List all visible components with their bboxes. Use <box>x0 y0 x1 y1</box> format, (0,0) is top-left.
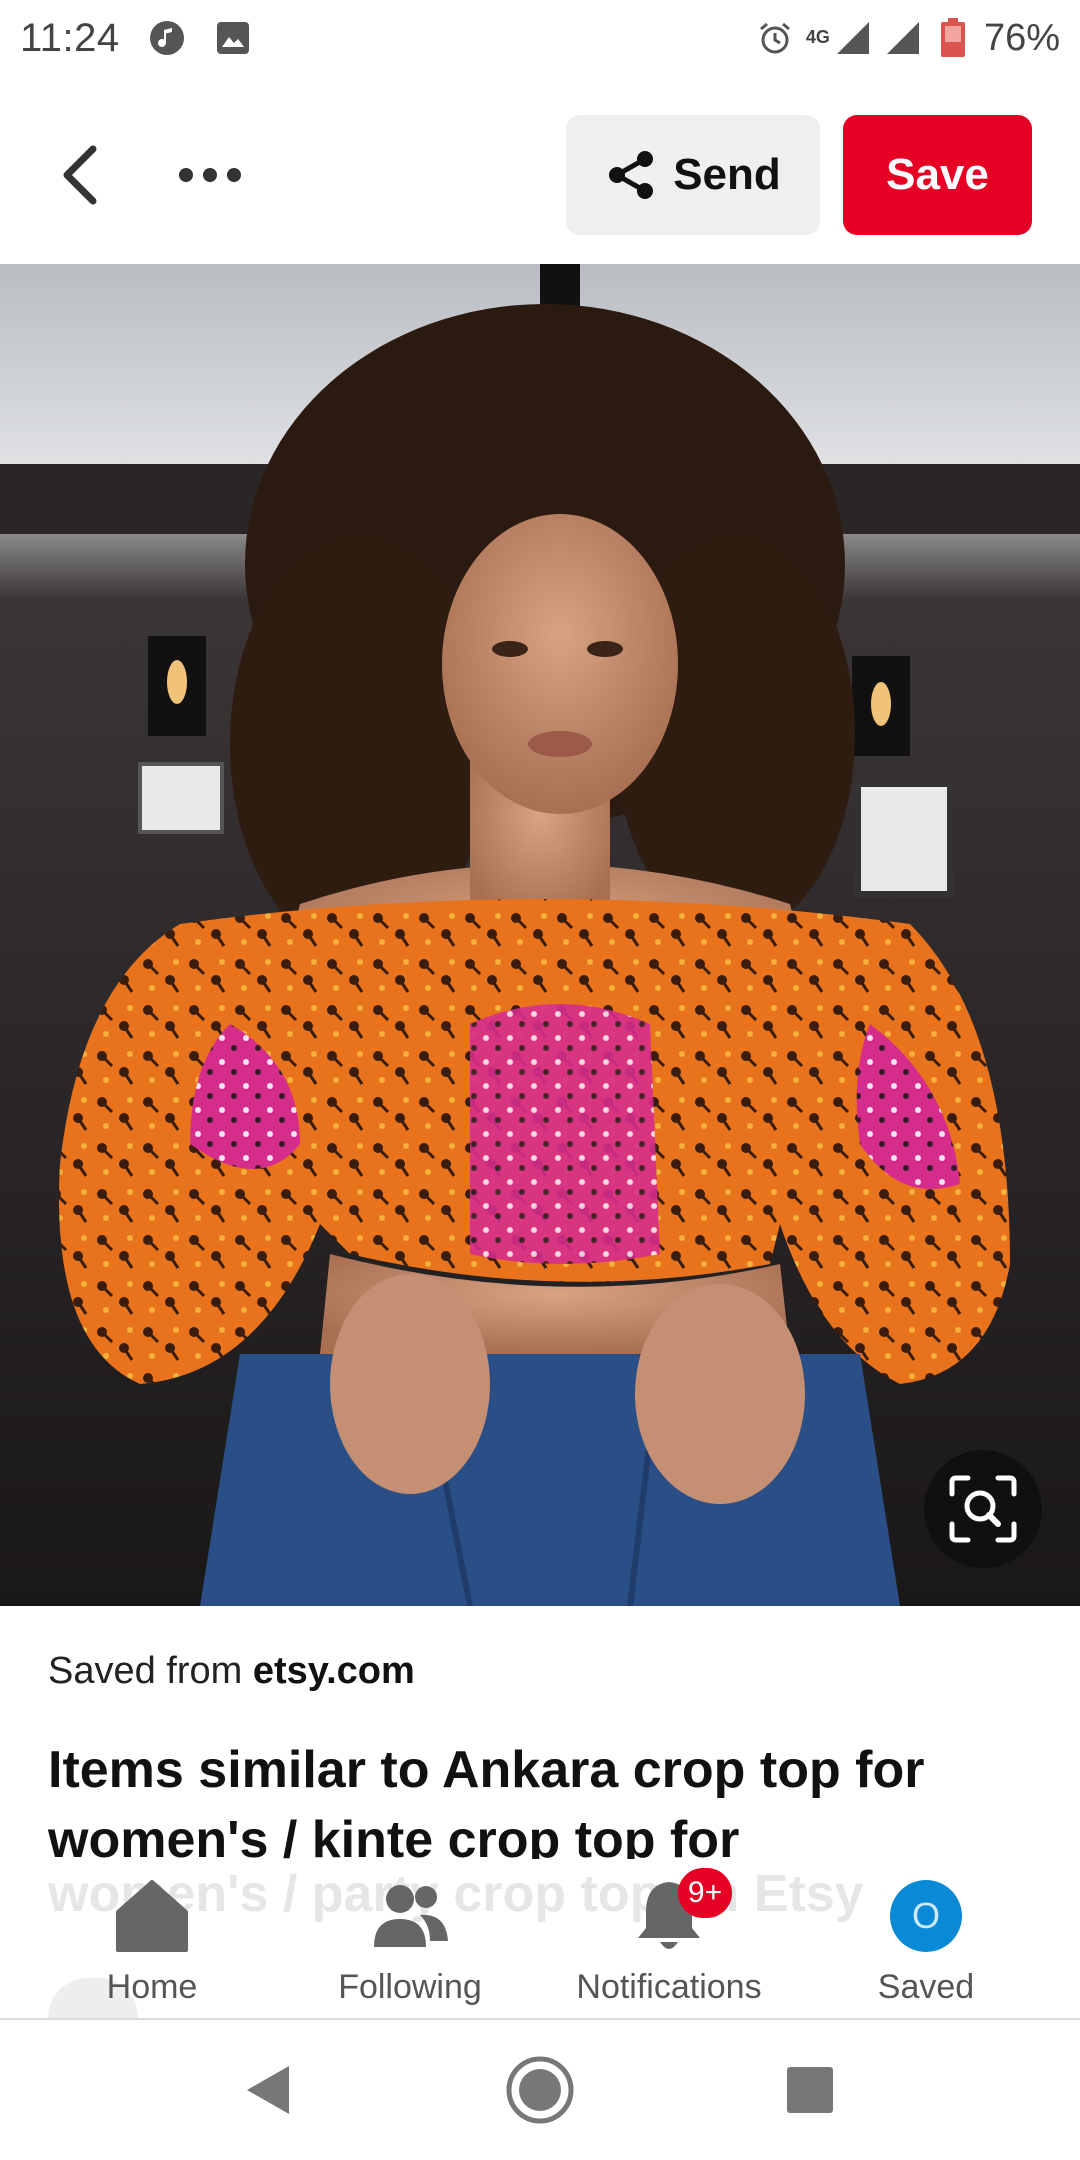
network-type: 4G <box>805 26 830 47</box>
signal-icon <box>834 19 872 57</box>
visual-search-button[interactable] <box>924 1450 1042 1568</box>
image-icon <box>214 19 252 57</box>
tab-notifications-label: Notifications <box>576 1968 762 2006</box>
pin-title: Items similar to Ankara crop top for wom… <box>48 1741 925 1859</box>
tab-saved[interactable]: O Saved <box>816 1870 1036 2020</box>
pin-title-container: Items similar to Ankara crop top for wom… <box>48 1735 1038 1859</box>
home-circle-icon <box>506 2056 574 2124</box>
status-bar: 11:24 4G 76% <box>0 0 1080 76</box>
saved-from: Saved from etsy.com <box>48 1650 415 1693</box>
status-right: 4G 76% <box>756 17 1060 60</box>
system-nav-bar <box>0 2020 1080 2160</box>
saved-avatar-wrap: O <box>881 1870 971 1962</box>
more-icon <box>179 168 241 182</box>
home-icon <box>107 1870 197 1962</box>
visual-search-icon <box>949 1475 1017 1543</box>
nav-back-button[interactable] <box>228 2050 308 2130</box>
following-icon <box>365 1870 455 1962</box>
recents-square-icon <box>787 2067 833 2113</box>
battery-percentage: 76% <box>983 16 1060 59</box>
tab-home-label: Home <box>106 1968 198 2006</box>
back-triangle-icon <box>247 2066 289 2114</box>
bell-icon: 9+ <box>624 1868 732 1962</box>
battery-icon <box>934 18 972 57</box>
alarm-icon <box>756 19 794 57</box>
tab-saved-label: Saved <box>877 1968 975 2006</box>
back-button[interactable] <box>44 140 114 210</box>
send-button[interactable]: Send <box>566 115 820 235</box>
status-time: 11:24 <box>20 15 120 60</box>
save-button[interactable]: Save <box>843 115 1032 235</box>
status-left: 11:24 <box>20 16 252 61</box>
notification-badge: 9+ <box>678 1868 732 1918</box>
source-link[interactable]: etsy.com <box>253 1650 415 1692</box>
tab-home[interactable]: Home <box>42 1870 262 2020</box>
share-icon <box>609 151 654 199</box>
avatar: O <box>890 1880 962 1952</box>
signal-icon <box>884 19 922 57</box>
more-options-button[interactable] <box>170 140 250 210</box>
pin-image[interactable] <box>0 264 1080 1606</box>
bottom-tab-bar: Home Following 9+ Notifications O Saved <box>0 1868 1080 2020</box>
send-label: Send <box>673 150 781 199</box>
nav-recents-button[interactable] <box>770 2050 850 2130</box>
tab-following[interactable]: Following <box>300 1870 520 2020</box>
saved-from-prefix: Saved from <box>48 1650 243 1692</box>
back-icon <box>63 145 97 205</box>
nav-home-button[interactable] <box>500 2050 580 2130</box>
tab-following-label: Following <box>338 1968 482 2006</box>
tab-notifications[interactable]: 9+ Notifications <box>559 1868 779 2020</box>
pin-toolbar: Send Save <box>0 100 1080 250</box>
music-icon <box>148 19 186 57</box>
photo-illustration <box>0 264 1080 1606</box>
